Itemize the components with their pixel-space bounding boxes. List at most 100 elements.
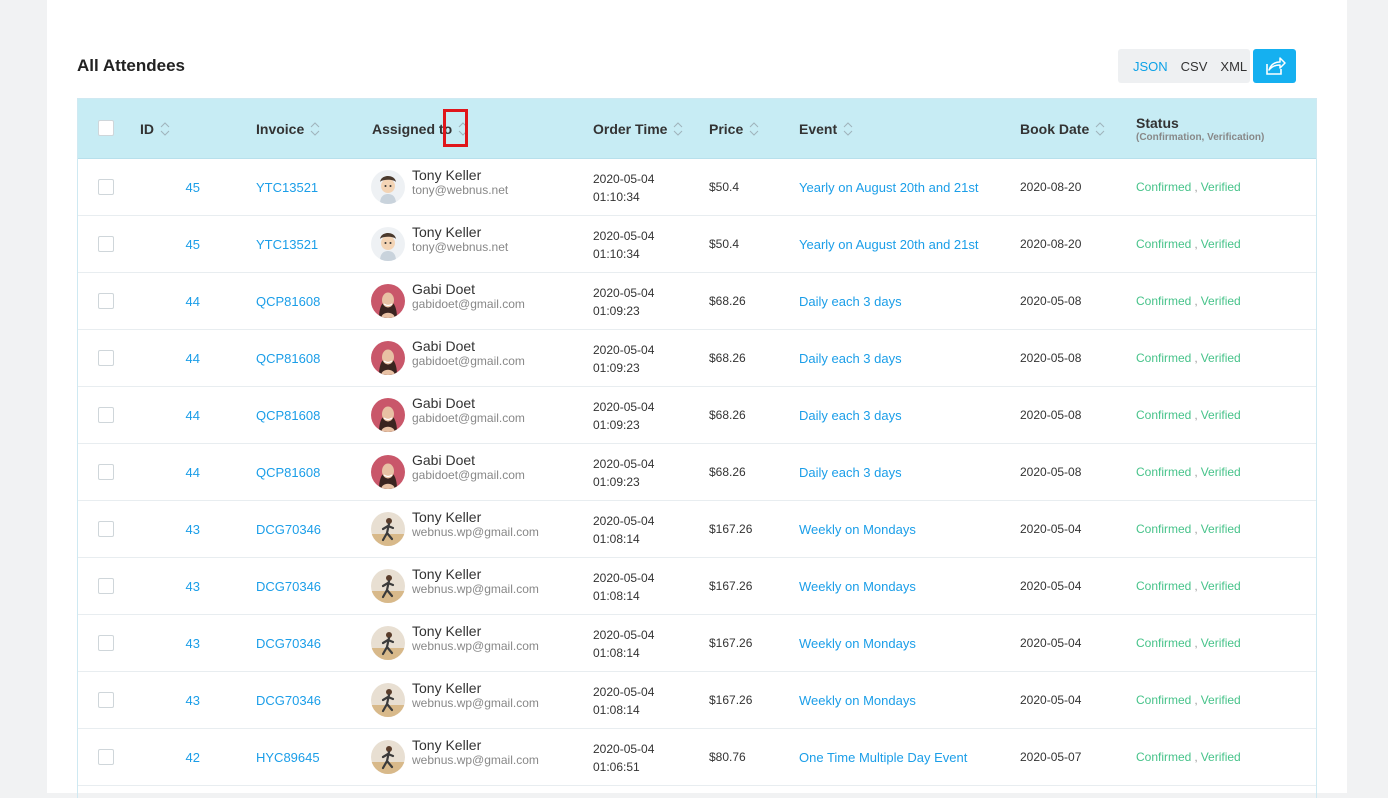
attendee-id-link[interactable]: 44: [186, 465, 200, 480]
sort-icon[interactable]: [843, 120, 853, 138]
event-link[interactable]: Weekly on Mondays: [799, 693, 916, 708]
invoice-link[interactable]: QCP81608: [256, 351, 320, 366]
assignee-email: webnus.wp@gmail.com: [412, 639, 539, 653]
attendee-id-link[interactable]: 43: [186, 579, 200, 594]
assignee: Tony Keller webnus.wp@gmail.com: [412, 624, 539, 654]
invoice-link[interactable]: DCG70346: [256, 579, 321, 594]
invoice-link[interactable]: QCP81608: [256, 408, 320, 423]
price: $68.26: [709, 294, 746, 308]
attendee-id-link[interactable]: 44: [186, 351, 200, 366]
row-checkbox[interactable]: [98, 692, 114, 708]
verification-status: Verified: [1200, 693, 1241, 707]
row-checkbox[interactable]: [98, 179, 114, 195]
export-csv-button[interactable]: CSV: [1181, 59, 1208, 74]
row-checkbox[interactable]: [98, 236, 114, 252]
event-link[interactable]: Daily each 3 days: [799, 351, 902, 366]
confirmation-status: Confirmed: [1136, 579, 1192, 593]
table-row: 45 YTC13521 Tony Keller tony@webnus.net 2020…: [78, 216, 1316, 273]
sort-icon[interactable]: [749, 120, 759, 138]
status-badge: Confirmed, Verified: [1136, 273, 1241, 329]
event-link[interactable]: Yearly on August 20th and 21st: [799, 237, 979, 252]
status-separator: ,: [1194, 408, 1198, 422]
order-date: 2020-05-04: [593, 628, 655, 642]
row-checkbox[interactable]: [98, 749, 114, 765]
event-link[interactable]: Weekly on Mondays: [799, 522, 916, 537]
book-date: 2020-05-04: [1020, 636, 1082, 650]
share-arrow-icon: [1265, 57, 1286, 75]
attendee-id-link[interactable]: 43: [186, 693, 200, 708]
invoice-link[interactable]: DCG70346: [256, 522, 321, 537]
column-header-id[interactable]: ID: [140, 99, 170, 159]
invoice-link[interactable]: QCP81608: [256, 465, 320, 480]
export-xml-button[interactable]: XML: [1220, 59, 1247, 74]
order-date: 2020-05-04: [593, 229, 655, 243]
export-json-button[interactable]: JSON: [1133, 59, 1168, 74]
order-clock: 01:08:14: [593, 589, 640, 603]
column-header-price[interactable]: Price: [709, 99, 759, 159]
assignee-name: Tony Keller: [412, 680, 482, 696]
event-link[interactable]: Weekly on Mondays: [799, 636, 916, 651]
row-checkbox[interactable]: [98, 407, 114, 423]
invoice-link[interactable]: YTC13521: [256, 237, 318, 252]
avatar: [371, 626, 405, 660]
verification-status: Verified: [1200, 750, 1241, 764]
status-separator: ,: [1194, 693, 1198, 707]
event-link[interactable]: Yearly on August 20th and 21st: [799, 180, 979, 195]
confirmation-status: Confirmed: [1136, 636, 1192, 650]
row-checkbox[interactable]: [98, 521, 114, 537]
column-label: Book Date: [1020, 121, 1090, 137]
table-row: 43 DCG70346 Tony Keller webnus.wp@gmail.com…: [78, 558, 1316, 615]
order-time: 2020-05-04 01:09:23: [593, 341, 654, 377]
select-all-checkbox[interactable]: [98, 120, 114, 136]
invoice-link[interactable]: QCP81608: [256, 294, 320, 309]
event-link[interactable]: One Time Multiple Day Event: [799, 750, 967, 765]
attendee-id-link[interactable]: 43: [186, 636, 200, 651]
column-header-invoice[interactable]: Invoice: [256, 99, 320, 159]
sort-icon[interactable]: [1095, 120, 1105, 138]
invoice-link[interactable]: DCG70346: [256, 636, 321, 651]
order-time: 2020-05-04 01:06:51: [593, 740, 654, 776]
row-checkbox[interactable]: [98, 464, 114, 480]
order-time: 2020-05-04 01:10:34: [593, 227, 654, 263]
row-checkbox[interactable]: [98, 293, 114, 309]
column-header-order-time[interactable]: Order Time: [593, 99, 683, 159]
event-link[interactable]: Daily each 3 days: [799, 408, 902, 423]
book-date: 2020-05-04: [1020, 579, 1082, 593]
attendee-id-link[interactable]: 45: [186, 180, 200, 195]
verification-status: Verified: [1200, 408, 1241, 422]
sort-icon[interactable]: [310, 120, 320, 138]
row-checkbox[interactable]: [98, 578, 114, 594]
sort-icon[interactable]: [160, 120, 170, 138]
avatar: [371, 227, 405, 261]
order-clock: 01:09:23: [593, 361, 640, 375]
export-share-button[interactable]: [1253, 49, 1296, 83]
table-row: 45 YTC13521 Tony Keller tony@webnus.net 2020…: [78, 159, 1316, 216]
event-link[interactable]: Weekly on Mondays: [799, 579, 916, 594]
attendee-id-link[interactable]: 43: [186, 522, 200, 537]
event-link[interactable]: Daily each 3 days: [799, 294, 902, 309]
sort-icon[interactable]: [673, 120, 683, 138]
confirmation-status: Confirmed: [1136, 750, 1192, 764]
invoice-link[interactable]: HYC89645: [256, 750, 320, 765]
verification-status: Verified: [1200, 180, 1241, 194]
column-header-event[interactable]: Event: [799, 99, 853, 159]
price: $68.26: [709, 465, 746, 479]
attendee-id-link[interactable]: 45: [186, 237, 200, 252]
attendees-table: ID Invoice Assigned to Order Time Price: [77, 98, 1317, 798]
column-header-book-date[interactable]: Book Date: [1020, 99, 1105, 159]
invoice-link[interactable]: YTC13521: [256, 180, 318, 195]
attendee-id-link[interactable]: 44: [186, 294, 200, 309]
column-label: Event: [799, 121, 838, 137]
column-label: Status: [1136, 115, 1179, 131]
assignee-email: tony@webnus.net: [412, 240, 509, 254]
attendee-id-link[interactable]: 44: [186, 408, 200, 423]
invoice-link[interactable]: DCG70346: [256, 693, 321, 708]
table-row: 43 DCG70346 Tony Keller webnus.wp@gmail.com…: [78, 672, 1316, 729]
row-checkbox[interactable]: [98, 635, 114, 651]
attendee-id-link[interactable]: 42: [186, 750, 200, 765]
confirmation-status: Confirmed: [1136, 180, 1192, 194]
event-link[interactable]: Daily each 3 days: [799, 465, 902, 480]
row-checkbox[interactable]: [98, 350, 114, 366]
assignee-email: gabidoet@gmail.com: [412, 468, 525, 482]
assignee-email: gabidoet@gmail.com: [412, 411, 525, 425]
